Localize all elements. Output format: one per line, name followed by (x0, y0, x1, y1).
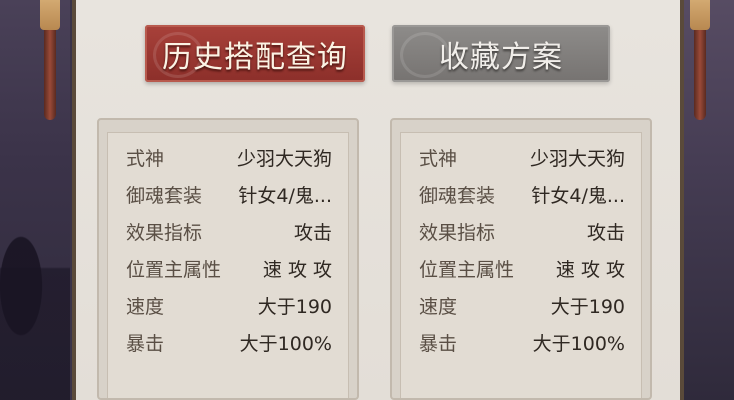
cloud-swirl-icon (400, 32, 450, 78)
row-label: 位置主属性 (419, 258, 515, 281)
background-silhouette (0, 210, 70, 400)
result-card-body: 式神 少羽大天狗 御魂套装 针女4/鬼... 效果指标 攻击 位置主属性 速 攻… (400, 132, 642, 398)
tab-favorites[interactable]: 收藏方案 (392, 25, 610, 82)
row-label: 位置主属性 (126, 258, 222, 281)
row-effect-metric: 效果指标 攻击 (126, 217, 332, 245)
row-value: 大于100% (239, 332, 332, 355)
row-label: 式神 (419, 147, 458, 170)
row-shikigami: 式神 少羽大天狗 (419, 143, 625, 171)
result-card[interactable]: 式神 少羽大天狗 御魂套装 针女4/鬼... 效果指标 攻击 位置主属性 速 攻… (97, 118, 359, 400)
row-label: 御魂套装 (126, 184, 203, 207)
row-label: 暴击 (126, 332, 165, 355)
result-card[interactable]: 式神 少羽大天狗 御魂套装 针女4/鬼... 效果指标 攻击 位置主属性 速 攻… (390, 118, 652, 400)
row-label: 暴击 (419, 332, 458, 355)
row-value: 速 攻 攻 (262, 258, 332, 281)
row-soul-set: 御魂套装 针女4/鬼... (419, 180, 625, 208)
row-value: 大于190 (550, 295, 625, 318)
row-main-attributes: 位置主属性 速 攻 攻 (126, 254, 332, 282)
row-crit: 暴击 大于100% (126, 328, 332, 356)
tassel-right (690, 0, 710, 30)
row-shikigami: 式神 少羽大天狗 (126, 143, 332, 171)
row-value: 针女4/鬼... (531, 184, 625, 207)
row-label: 式神 (126, 147, 165, 170)
row-value: 大于190 (257, 295, 332, 318)
row-value: 大于100% (532, 332, 625, 355)
tassel-left (40, 0, 60, 30)
row-label: 速度 (126, 295, 165, 318)
row-value: 攻击 (586, 221, 625, 244)
row-value: 少羽大天狗 (529, 147, 625, 170)
row-soul-set: 御魂套装 针女4/鬼... (126, 180, 332, 208)
row-value: 速 攻 攻 (555, 258, 625, 281)
row-effect-metric: 效果指标 攻击 (419, 217, 625, 245)
result-card-body: 式神 少羽大天狗 御魂套装 针女4/鬼... 效果指标 攻击 位置主属性 速 攻… (107, 132, 349, 398)
row-crit: 暴击 大于100% (419, 328, 625, 356)
row-value: 针女4/鬼... (238, 184, 332, 207)
row-label: 御魂套装 (419, 184, 496, 207)
cloud-swirl-icon (153, 32, 203, 78)
row-main-attributes: 位置主属性 速 攻 攻 (419, 254, 625, 282)
row-label: 速度 (419, 295, 458, 318)
row-label: 效果指标 (419, 221, 496, 244)
tab-label: 收藏方案 (439, 39, 563, 75)
row-speed: 速度 大于190 (419, 291, 625, 319)
row-label: 效果指标 (126, 221, 203, 244)
row-speed: 速度 大于190 (126, 291, 332, 319)
tab-history-query[interactable]: 历史搭配查询 (145, 25, 365, 82)
row-value: 攻击 (293, 221, 332, 244)
row-value: 少羽大天狗 (236, 147, 332, 170)
